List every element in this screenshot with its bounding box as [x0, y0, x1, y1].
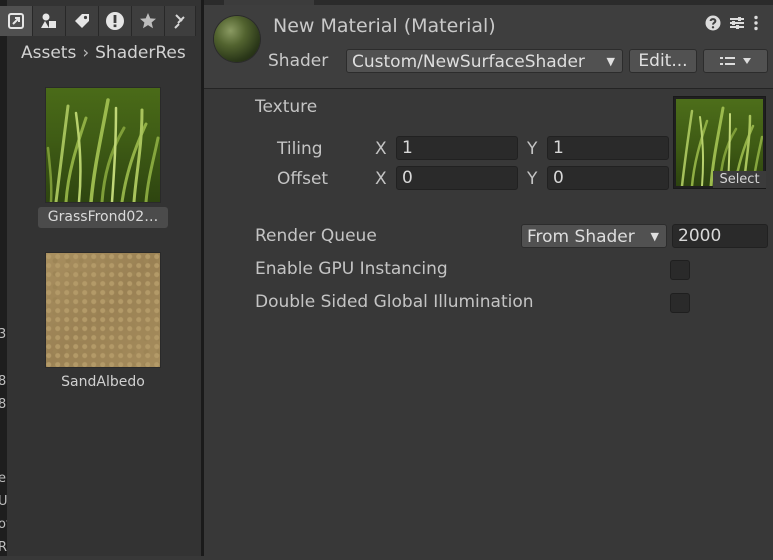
project-toolbar [0, 6, 217, 36]
offset-y-label[interactable]: Y [527, 169, 537, 189]
shapes-icon[interactable] [33, 6, 66, 36]
material-title: New Material (Material) [273, 15, 496, 37]
tiling-x-field[interactable]: 1 [396, 136, 518, 160]
offset-y-field[interactable]: 0 [547, 166, 669, 190]
help-icon[interactable] [705, 15, 721, 35]
shader-label: Shader [268, 51, 329, 71]
warning-icon[interactable] [99, 6, 132, 36]
render-queue-field[interactable]: 2000 [672, 224, 768, 248]
grass-texture-thumbnail[interactable] [46, 88, 160, 202]
render-queue-label: Render Queue [255, 226, 377, 246]
shader-dropdown[interactable]: Custom/NewSurfaceShader ▼ [346, 49, 623, 73]
gpu-instancing-label: Enable GPU Instancing [255, 259, 448, 279]
sand-texture-thumbnail[interactable] [46, 253, 160, 367]
offset-label: Offset [277, 169, 329, 189]
shader-options-dropdown[interactable] [703, 49, 768, 73]
chevron-down-icon: ▼ [650, 230, 659, 243]
edit-shader-button[interactable]: Edit... [629, 49, 697, 73]
clipped-letter: 3 [0, 327, 7, 342]
double-sided-gi-label: Double Sided Global Illumination [255, 292, 534, 312]
tiling-y-field[interactable]: 1 [547, 136, 669, 160]
texture-label: Texture [255, 97, 318, 117]
clipped-letter: 8 [0, 374, 7, 389]
clipped-letter: ot [0, 517, 7, 532]
breadcrumb-shaderres[interactable]: ShaderRes [95, 43, 186, 63]
breadcrumb-assets[interactable]: Assets [21, 43, 76, 63]
render-queue-dropdown[interactable]: From Shader ▼ [521, 224, 667, 248]
asset-label-grass[interactable]: GrassFrond02… [38, 207, 168, 228]
offset-x-label[interactable]: X [375, 169, 387, 189]
chevron-right-icon: › [82, 43, 90, 63]
presets-sliders-icon[interactable] [729, 15, 745, 35]
clipped-letter: 8 [0, 397, 7, 412]
offset-x-field[interactable]: 0 [396, 166, 518, 190]
gpu-instancing-checkbox[interactable] [670, 260, 690, 280]
asset-label-sand[interactable]: SandAlbedo [46, 374, 160, 390]
double-sided-gi-checkbox[interactable] [670, 293, 690, 313]
tiling-label: Tiling [277, 139, 323, 159]
star-icon[interactable] [132, 6, 165, 36]
clipped-letter: R [0, 540, 7, 555]
scene-link-icon[interactable] [0, 6, 33, 36]
clipped-letter: e [0, 471, 6, 486]
breadcrumb: Assets › ShaderRes [21, 43, 186, 63]
render-queue-mode: From Shader [527, 227, 635, 247]
clipped-letter: U [0, 494, 7, 509]
hierarchy-clipped-text: 3 8 8 e U ot R [0, 320, 7, 560]
chevron-down-icon: ▼ [606, 55, 615, 68]
pin-icon[interactable] [165, 6, 196, 36]
material-preview-sphere [214, 16, 260, 62]
tag-icon[interactable] [66, 6, 99, 36]
shader-dropdown-value: Custom/NewSurfaceShader [352, 52, 585, 72]
texture-select-button[interactable]: Select [713, 171, 766, 188]
tiling-x-label[interactable]: X [375, 139, 387, 159]
tiling-y-label[interactable]: Y [527, 139, 537, 159]
kebab-menu-icon[interactable] [753, 15, 759, 35]
